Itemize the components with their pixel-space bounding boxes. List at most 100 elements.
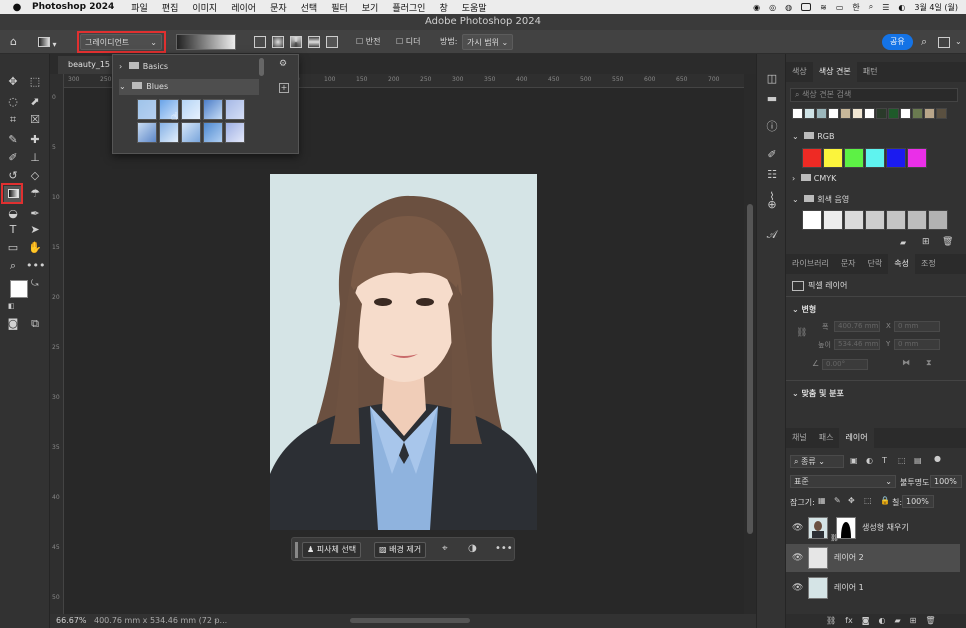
rectangle-tool-icon[interactable]: ▭ xyxy=(4,240,22,256)
x-field[interactable]: 0 mm xyxy=(894,321,940,332)
siri-icon[interactable]: ◐ xyxy=(898,3,905,12)
color-swatch[interactable] xyxy=(840,108,851,119)
clone-source-icon[interactable]: ⊕ xyxy=(765,198,779,212)
pen-tool-icon[interactable]: ✒ xyxy=(26,206,44,222)
flip-vertical-icon[interactable]: ⧗ xyxy=(926,358,932,368)
color-swatch[interactable] xyxy=(844,210,864,230)
layer-name[interactable]: 레이어 2 xyxy=(834,544,864,572)
layer-name[interactable]: 레이어 1 xyxy=(834,574,864,602)
more-options-icon[interactable]: ••• xyxy=(495,543,513,554)
group-folder-icon[interactable]: ▰ xyxy=(894,614,900,628)
swatch-search-input[interactable]: ⌕ 색상 견본 검색 xyxy=(790,88,958,102)
color-swatch[interactable] xyxy=(828,108,839,119)
filter-adjustment-icon[interactable]: ◐ xyxy=(866,456,873,465)
menu-layer[interactable]: 레이어 xyxy=(231,1,256,14)
blend-mode-dropdown[interactable]: 표준 ⌄ xyxy=(790,475,896,488)
color-swatch[interactable] xyxy=(888,108,899,119)
properties-icon[interactable]: ☷ xyxy=(765,168,779,182)
history-brush-tool-icon[interactable]: ↺ xyxy=(4,168,22,184)
wifi-icon[interactable]: ≋ xyxy=(820,3,827,12)
adjustment-layer-icon[interactable]: ◐ xyxy=(878,614,885,628)
menu-clock[interactable]: 3월 4일 (월) xyxy=(914,2,958,13)
color-swatch[interactable] xyxy=(928,210,948,230)
battery-icon[interactable]: ▭ xyxy=(836,3,844,12)
trash-icon[interactable]: 🗑 xyxy=(925,614,935,628)
color-swatch[interactable] xyxy=(936,108,947,119)
filter-type-icon[interactable]: T xyxy=(882,456,887,465)
angle-field[interactable]: 0.00° xyxy=(822,359,868,370)
new-group-icon[interactable]: ▰ xyxy=(900,238,906,247)
home-icon[interactable]: ⌂ xyxy=(10,34,17,50)
gradient-swatch[interactable] xyxy=(181,122,201,143)
tab-channels[interactable]: 채널 xyxy=(786,428,813,448)
linear-gradient-icon[interactable] xyxy=(254,36,266,48)
color-swatch[interactable] xyxy=(852,108,863,119)
reflected-gradient-icon[interactable] xyxy=(308,36,320,48)
comments-icon[interactable]: ▬ xyxy=(765,92,779,106)
fill-field[interactable]: 100% xyxy=(902,495,934,508)
chevron-down-icon[interactable]: ⌄ xyxy=(955,34,962,50)
tab-paragraph[interactable]: 단락 xyxy=(862,254,889,274)
transform-section[interactable]: ⌄ 변형 xyxy=(792,304,816,315)
adjustment-icon[interactable]: ◑ xyxy=(468,543,477,554)
color-swatch[interactable] xyxy=(865,148,885,168)
gradient-swatch[interactable] xyxy=(203,99,223,120)
filter-pixel-icon[interactable]: ▣ xyxy=(850,456,858,465)
quick-mask-icon[interactable]: ◙ xyxy=(4,316,22,332)
glyphs-icon[interactable]: 𝒜 xyxy=(765,228,779,242)
swap-colors-icon[interactable]: ⤿ xyxy=(31,279,39,289)
gradient-swatch[interactable] xyxy=(225,99,245,120)
menu-select[interactable]: 선택 xyxy=(301,1,318,14)
gradient-editor-preview[interactable] xyxy=(176,34,236,50)
gear-icon[interactable]: ⚙ xyxy=(279,59,287,69)
angle-gradient-icon[interactable] xyxy=(290,36,302,48)
color-swatch[interactable] xyxy=(886,148,906,168)
layer-row-selected[interactable]: 👁 레이어 2 xyxy=(786,544,960,572)
tab-color[interactable]: 색상 xyxy=(786,62,813,82)
swatch-group-gray[interactable]: ⌄ 회색 음영 xyxy=(792,194,849,205)
tab-properties[interactable]: 속성 xyxy=(888,254,916,274)
gradient-swatch[interactable] xyxy=(203,122,223,143)
add-mask-icon[interactable]: ◙ xyxy=(862,614,870,628)
color-swatch[interactable] xyxy=(876,108,887,119)
color-swatch[interactable] xyxy=(823,210,843,230)
tab-layers[interactable]: 레이어 xyxy=(839,428,874,448)
menu-help[interactable]: 도움말 xyxy=(462,1,487,14)
record-icon[interactable]: ◉ xyxy=(753,3,760,12)
more-tools-icon[interactable]: ••• xyxy=(26,258,45,274)
link-layers-icon[interactable]: ⛓ xyxy=(826,614,836,628)
menu-window[interactable]: 창 xyxy=(439,1,447,14)
trash-icon[interactable]: 🗑 xyxy=(942,237,953,247)
zoom-level[interactable]: 66.67% xyxy=(56,614,87,628)
y-field[interactable]: 0 mm xyxy=(894,339,940,350)
color-swatch[interactable] xyxy=(907,148,927,168)
app-status-icon[interactable]: ◍ xyxy=(785,3,792,12)
layer-row[interactable]: 👁 ⛓ 생성형 채우기 xyxy=(786,514,960,542)
marquee-tool-icon[interactable]: ⬚ xyxy=(26,74,44,90)
folder-blues[interactable]: ⌄ Blues xyxy=(119,79,259,95)
chevron-down-icon[interactable]: ⌄ xyxy=(228,34,235,50)
tab-patterns[interactable]: 패턴 xyxy=(857,62,884,82)
gradient-swatch[interactable] xyxy=(137,122,157,143)
color-swatch[interactable] xyxy=(823,148,843,168)
apple-icon[interactable]: ● xyxy=(10,2,24,13)
select-subject-button[interactable]: ♟ 피사체 선택 xyxy=(302,542,362,558)
document-photo[interactable] xyxy=(270,174,537,530)
frame-tool-icon[interactable]: ☒ xyxy=(26,112,44,128)
height-field[interactable]: 534.46 mm xyxy=(834,339,880,350)
input-source-icon[interactable]: 한 xyxy=(852,2,859,13)
tab-libraries[interactable]: 라이브러리 xyxy=(786,254,835,274)
search-icon[interactable]: ⌕ xyxy=(921,34,927,50)
brush-settings-icon[interactable]: ✐ xyxy=(765,148,779,162)
type-tool-icon[interactable]: T xyxy=(4,222,22,238)
dither-checkbox[interactable]: ☐ 디더 xyxy=(396,34,420,50)
share-button[interactable]: 공유 xyxy=(882,34,913,50)
color-swatch[interactable] xyxy=(816,108,827,119)
menu-view[interactable]: 보기 xyxy=(362,1,379,14)
foreground-color-swatch[interactable] xyxy=(10,280,28,298)
spotlight-icon[interactable]: ⌕ xyxy=(869,2,873,12)
method-dropdown[interactable]: 가시 범위 ⌄ xyxy=(462,34,514,50)
opacity-field[interactable]: 100% xyxy=(930,475,962,488)
default-colors-icon[interactable]: ◧ xyxy=(8,302,15,310)
layer-row[interactable]: 👁 레이어 1 xyxy=(786,574,960,602)
